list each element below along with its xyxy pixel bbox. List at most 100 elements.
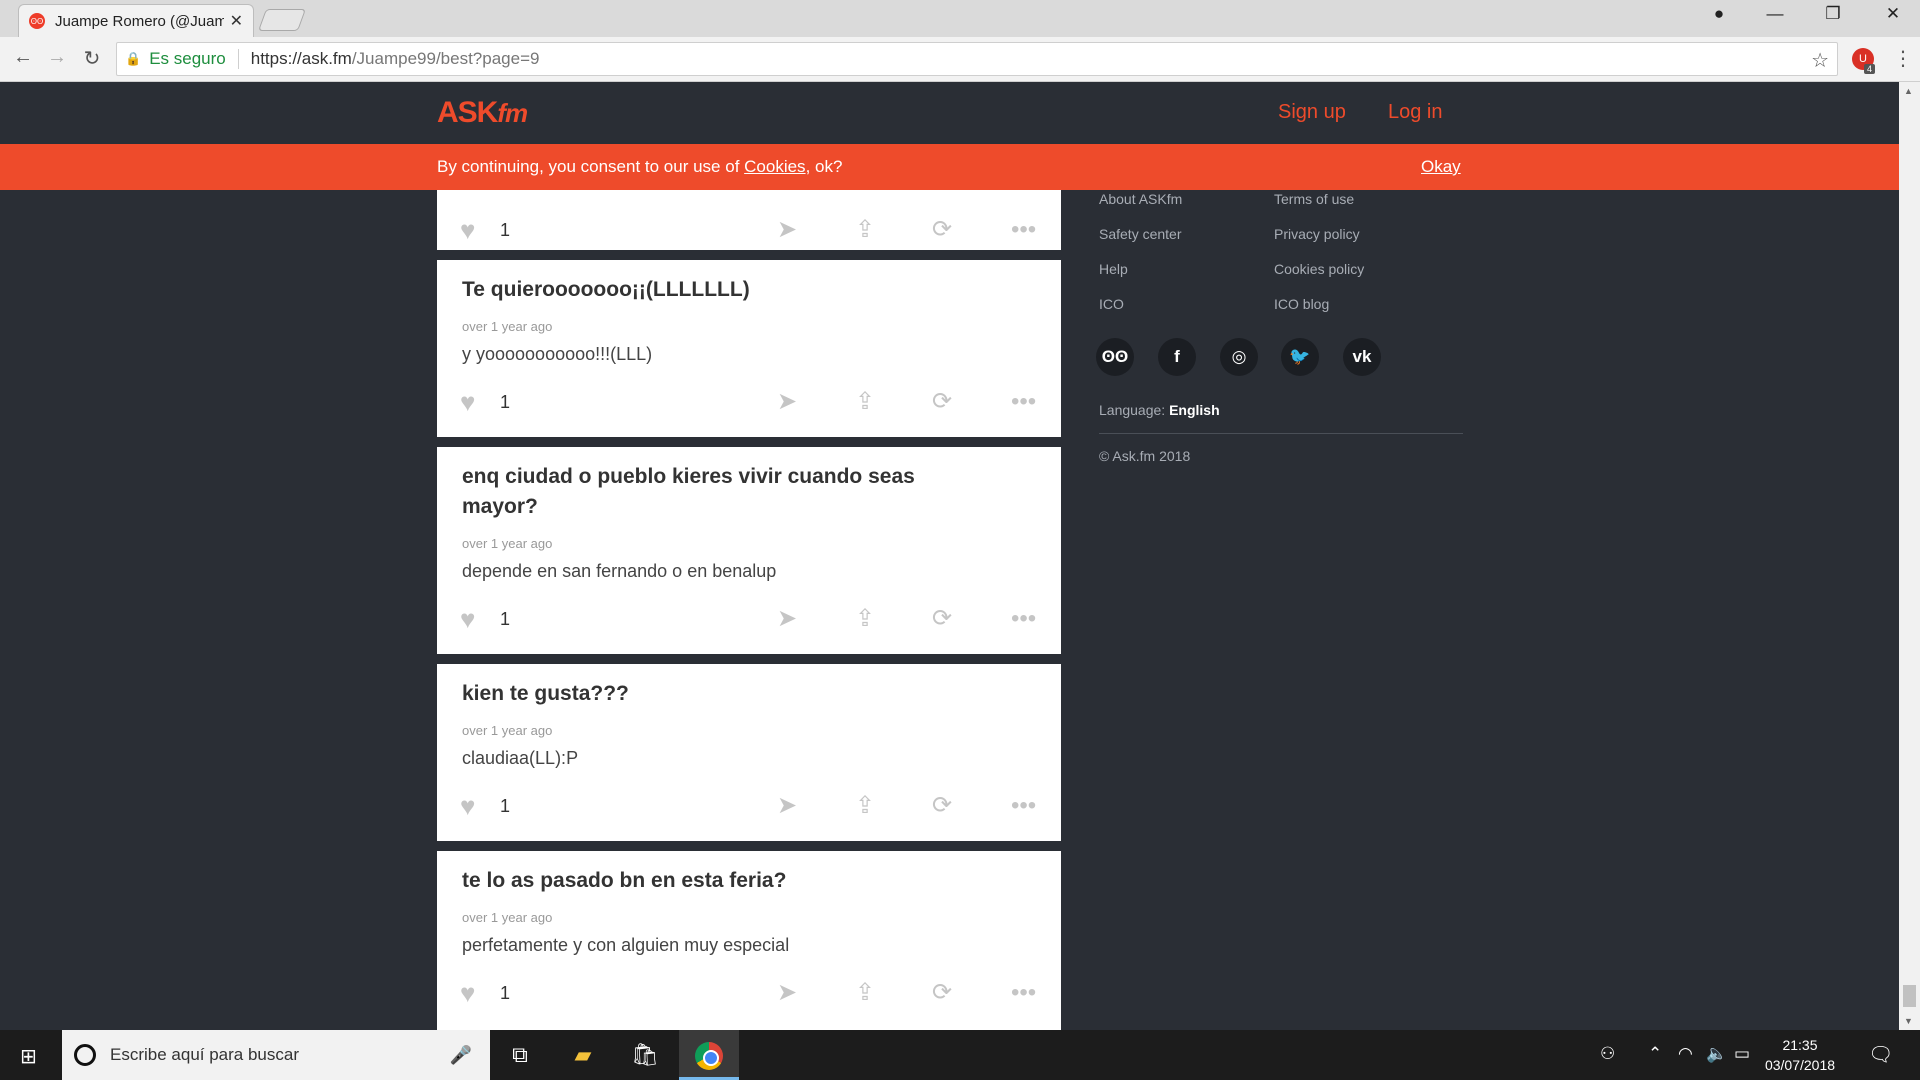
footer-link-terms[interactable]: Terms of use [1274, 191, 1354, 207]
answer-card: Te quierooooooo¡¡(LLLLLLL) over 1 year a… [437, 260, 1061, 437]
answer-card: enq ciudad o pueblo kieres vivir cuando … [437, 447, 1061, 654]
repost-icon[interactable]: ⟳ [932, 791, 952, 821]
answer-text: claudiaa(LL):P [462, 748, 579, 768]
minimize-button[interactable]: — [1755, 4, 1795, 24]
share-icon[interactable]: ⇪ [855, 978, 875, 1008]
answer-time[interactable]: over 1 year ago [462, 723, 552, 738]
url-host: https://ask.fm [250, 49, 352, 68]
instagram-icon[interactable]: ◎ [1220, 338, 1258, 376]
more-options-icon[interactable]: ••• [1011, 215, 1036, 245]
taskbar-clock[interactable]: 21:35 03/07/2018 [1760, 1035, 1840, 1075]
vk-icon[interactable]: vk [1343, 338, 1381, 376]
new-tab-button[interactable] [257, 9, 307, 31]
battery-icon[interactable]: ▭ [1734, 1044, 1750, 1064]
task-view-icon[interactable]: ⧉ [495, 1042, 545, 1068]
more-options-icon[interactable]: ••• [1011, 604, 1036, 634]
twitter-icon[interactable]: 🐦 [1281, 338, 1319, 376]
show-hidden-icons-icon[interactable]: ⌃ [1648, 1044, 1662, 1064]
footer-link-privacy[interactable]: Privacy policy [1274, 226, 1360, 242]
footer-link-ico-blog[interactable]: ICO blog [1274, 296, 1329, 312]
language-value[interactable]: English [1169, 402, 1220, 418]
more-options-icon[interactable]: ••• [1011, 791, 1036, 821]
like-heart-icon[interactable]: ♥ [460, 978, 475, 1008]
answer-time[interactable]: over 1 year ago [462, 319, 552, 334]
close-window-button[interactable]: ✕ [1873, 4, 1913, 24]
askfm-logo[interactable]: ASKfm [437, 96, 528, 130]
more-options-icon[interactable]: ••• [1011, 978, 1036, 1008]
question-text[interactable]: enq ciudad o pueblo kieres vivir cuando … [462, 462, 982, 522]
footer-link-safety[interactable]: Safety center [1099, 226, 1182, 242]
send-icon[interactable]: ➤ [777, 387, 797, 417]
restore-button[interactable]: ❐ [1813, 4, 1853, 24]
action-center-icon[interactable]: 🗨 [1868, 1042, 1893, 1067]
cookie-text: By continuing, you consent to our use of… [437, 157, 842, 177]
like-count: 1 [500, 220, 511, 240]
scroll-down-arrow-icon[interactable]: ▼ [1904, 1016, 1913, 1026]
repost-icon[interactable]: ⟳ [932, 978, 952, 1008]
like-heart-icon[interactable]: ♥ [460, 387, 475, 417]
footer-link-cookies[interactable]: Cookies policy [1274, 261, 1364, 277]
facebook-icon[interactable]: f [1158, 338, 1196, 376]
reload-icon[interactable]: ↻ [77, 46, 107, 71]
volume-icon[interactable]: 🔈 [1706, 1044, 1727, 1064]
share-icon[interactable]: ⇪ [855, 215, 875, 245]
page-scrollbar[interactable]: ▲ ▼ [1899, 82, 1920, 1030]
store-icon[interactable]: 🛍 [620, 1042, 670, 1068]
footer-link-ico[interactable]: ICO [1099, 296, 1124, 312]
more-options-icon[interactable]: ••• [1011, 387, 1036, 417]
send-icon[interactable]: ➤ [777, 791, 797, 821]
send-icon[interactable]: ➤ [777, 215, 797, 245]
scroll-up-arrow-icon[interactable]: ▲ [1904, 86, 1913, 96]
login-link[interactable]: Log in [1388, 101, 1443, 124]
file-explorer-icon[interactable]: ▰ [558, 1042, 608, 1068]
close-tab-icon[interactable]: ✕ [230, 11, 243, 31]
logo-suffix: fm [497, 98, 528, 128]
footer-link-help[interactable]: Help [1099, 261, 1128, 277]
omnibox-separator [237, 49, 239, 69]
windows-start-icon[interactable]: ⊞ [20, 1044, 37, 1069]
cookies-link[interactable]: Cookies [744, 157, 805, 176]
wifi-icon[interactable]: ◠ [1678, 1044, 1693, 1064]
question-text[interactable]: Te quierooooooo¡¡(LLLLLLL) [462, 275, 982, 305]
forward-arrow-icon[interactable]: → [42, 46, 72, 69]
question-text[interactable]: kien te gusta??? [462, 679, 982, 709]
profile-icon[interactable]: ● [1699, 4, 1739, 24]
language-selector[interactable]: Language: English [1099, 402, 1220, 418]
signup-link[interactable]: Sign up [1278, 101, 1346, 124]
card-actions: ♥ 1 ➤ ⇪ ⟳ ••• [437, 604, 1061, 634]
like-heart-icon[interactable]: ♥ [460, 604, 475, 634]
taskbar-search[interactable]: Escribe aquí para buscar 🎤 [62, 1030, 490, 1080]
back-arrow-icon[interactable]: ← [8, 46, 38, 69]
cookie-okay-button[interactable]: Okay [1421, 157, 1461, 177]
footer-link-about[interactable]: About ASKfm [1099, 191, 1182, 207]
answer-time[interactable]: over 1 year ago [462, 536, 552, 551]
logo-main: ASK [437, 96, 498, 129]
copyright: © Ask.fm 2018 [1099, 448, 1191, 464]
cortana-icon[interactable] [74, 1044, 96, 1066]
scrollbar-thumb[interactable] [1903, 985, 1916, 1007]
like-count: 1 [500, 983, 511, 1003]
answer-time[interactable]: over 1 year ago [462, 910, 552, 925]
askfm-icon[interactable]: ʘʘ [1096, 338, 1134, 376]
share-icon[interactable]: ⇪ [855, 387, 875, 417]
repost-icon[interactable]: ⟳ [932, 387, 952, 417]
question-text[interactable]: te lo as pasado bn en esta feria? [462, 866, 982, 896]
share-icon[interactable]: ⇪ [855, 604, 875, 634]
send-icon[interactable]: ➤ [777, 604, 797, 634]
send-icon[interactable]: ➤ [777, 978, 797, 1008]
repost-icon[interactable]: ⟳ [932, 604, 952, 634]
card-actions: ♥ 1 ➤ ⇪ ⟳ ••• [437, 978, 1061, 1008]
browser-menu-icon[interactable]: ⋮ [1893, 46, 1913, 71]
repost-icon[interactable]: ⟳ [932, 215, 952, 245]
tab-title: Juampe Romero (@Juam [55, 12, 224, 30]
share-icon[interactable]: ⇪ [855, 791, 875, 821]
microphone-icon[interactable]: 🎤 [450, 1045, 472, 1066]
chrome-icon[interactable] [695, 1042, 723, 1070]
clock-time: 21:35 [1782, 1037, 1818, 1053]
like-heart-icon[interactable]: ♥ [460, 791, 475, 821]
bookmark-star-icon[interactable]: ☆ [1811, 48, 1829, 73]
people-icon[interactable]: ⚇ [1600, 1044, 1615, 1064]
address-bar[interactable]: 🔒 Es seguro https://ask.fm /Juampe99/bes… [116, 42, 1838, 76]
browser-tab[interactable]: ʘʘ Juampe Romero (@Juam ✕ [18, 4, 254, 37]
like-heart-icon[interactable]: ♥ [460, 215, 475, 245]
